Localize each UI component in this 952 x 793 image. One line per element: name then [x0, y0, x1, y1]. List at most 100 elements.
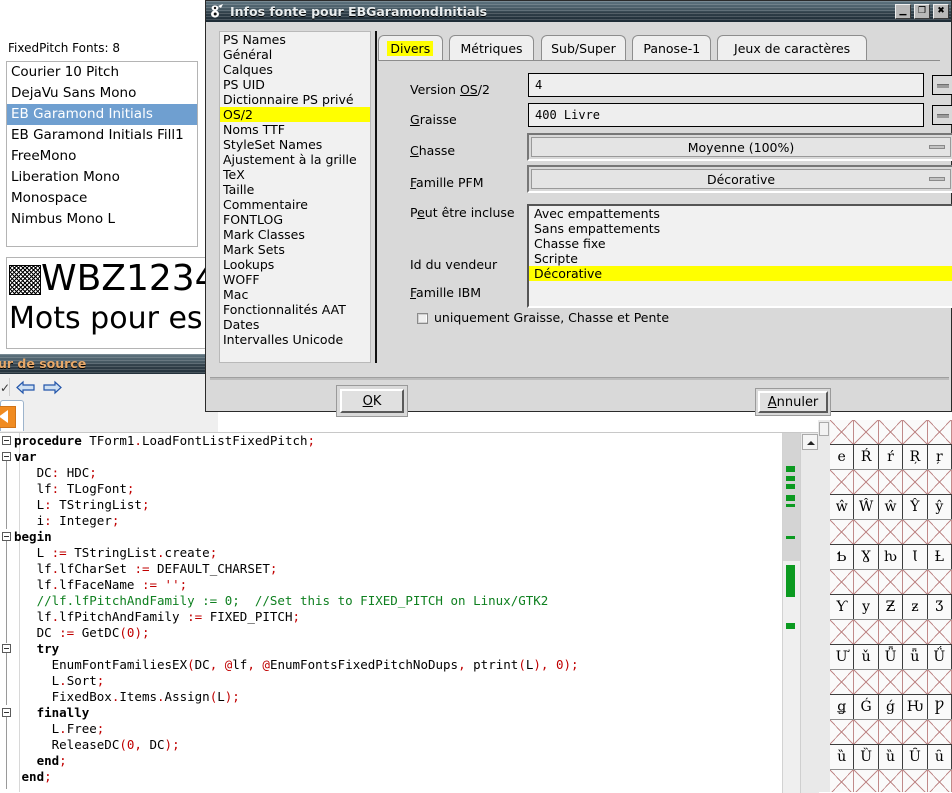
charmap-cell[interactable]: ȕ [879, 745, 904, 769]
charmap-cell[interactable] [854, 620, 879, 644]
charmap-cell[interactable] [878, 570, 904, 594]
charmap-cell[interactable] [878, 620, 904, 644]
charmap-cell[interactable] [927, 420, 952, 444]
forward-arrow-icon[interactable] [40, 378, 64, 397]
charmap-cell[interactable] [830, 770, 855, 792]
weight-width-slope-checkbox[interactable] [417, 313, 428, 324]
fixedpitch-font-listbox[interactable]: Courier 10 Pitch DejaVu Sans Mono EB Garam… [6, 61, 198, 247]
ok-button[interactable]: OK [336, 385, 408, 417]
fold-marker[interactable] [2, 452, 11, 461]
charmap-empty-row[interactable] [830, 670, 952, 694]
charmap-cell[interactable] [927, 470, 952, 494]
font-list-item[interactable]: DejaVu Sans Mono [7, 83, 197, 104]
charmap-cell[interactable]: Ɣ [854, 545, 879, 569]
section-list-item[interactable]: Ajustement à la grille [220, 152, 370, 167]
section-list-item[interactable]: TeX [220, 167, 370, 182]
section-list-item[interactable]: PS Names [220, 32, 370, 47]
charmap-empty-row[interactable] [830, 420, 952, 444]
charmap-cell[interactable] [927, 520, 952, 544]
font-list-item[interactable]: Monospace [7, 188, 197, 209]
charmap-cell[interactable] [903, 570, 928, 594]
section-list-item[interactable]: Fonctionnalités AAT [220, 302, 370, 317]
charmap-cell[interactable]: Ǵ [854, 695, 879, 719]
section-list-item[interactable]: PS UID [220, 77, 370, 92]
charmap-cell[interactable]: Ŷ [903, 495, 928, 519]
charmap-cell[interactable] [854, 520, 879, 544]
section-list-item[interactable]: Commentaire [220, 197, 370, 212]
charmap-cell[interactable]: ŕ [879, 445, 904, 469]
charmap-glyph-row[interactable]: ƄƔƕƖȽ [830, 544, 952, 570]
cancel-button[interactable]: Annuler [755, 388, 831, 416]
dialog-tab-jeux-de-caract-res[interactable]: Jeux de caractères [717, 35, 867, 61]
section-list-item[interactable]: Dates [220, 317, 370, 332]
charmap-cell[interactable] [903, 770, 928, 792]
charmap-cell[interactable]: ȕ [830, 745, 855, 769]
charmap-cell[interactable] [854, 720, 879, 744]
dialog-tab-panose-1[interactable]: Panose-1 [632, 35, 712, 61]
charmap-cell[interactable] [878, 720, 904, 744]
charmap-cell[interactable] [903, 670, 928, 694]
charmap-cell[interactable]: Ɩ [903, 545, 928, 569]
editor-code-text[interactable]: procedure TForm1.LoadFontListFixedPitch;… [14, 433, 644, 785]
fold-marker[interactable] [2, 708, 11, 717]
charmap-cell[interactable]: Ƴ [830, 595, 855, 619]
fold-marker[interactable] [2, 644, 11, 653]
charmap-cell[interactable] [854, 670, 879, 694]
charmap-cell[interactable] [927, 720, 952, 744]
dialog-tab-divers[interactable]: Divers [378, 35, 443, 61]
charmap-cell[interactable] [830, 570, 855, 594]
charmap-cell[interactable] [927, 770, 952, 792]
charmap-cell[interactable]: ŵ [830, 495, 855, 519]
section-list-item[interactable]: Mark Classes [220, 227, 370, 242]
charmap-cell[interactable]: Ƚ [928, 545, 952, 569]
section-list-item[interactable]: OS/2 [220, 107, 370, 122]
minimize-icon[interactable]: ▁ [895, 4, 911, 19]
charmap-cell[interactable]: y [854, 595, 879, 619]
charmap-glyph-row[interactable]: ŵŴŵŶŷ [830, 494, 952, 520]
charmap-cell[interactable]: ƕ [879, 545, 904, 569]
charmap-empty-row[interactable] [830, 570, 952, 594]
charmap-cell[interactable]: ŗ [928, 445, 952, 469]
font-info-section-list[interactable]: PS Names Général Calques PS UID Dictionnaire… [219, 31, 371, 363]
charmap-cell[interactable]: Ŗ [903, 445, 928, 469]
charmap-scroll-up-icon[interactable] [819, 422, 829, 436]
editor-marker-bar[interactable] [782, 433, 801, 793]
charmap-cell[interactable]: Ƿ [928, 695, 952, 719]
charmap-cell[interactable]: e [830, 445, 855, 469]
font-list-item[interactable]: EB Garamond Initials Fill1 [7, 125, 197, 146]
charmap-cell[interactable] [854, 770, 879, 792]
section-list-item[interactable]: Lookups [220, 257, 370, 272]
section-list-item[interactable]: Calques [220, 62, 370, 77]
charmap-cell[interactable]: Ư [830, 645, 855, 669]
section-list-item[interactable]: Noms TTF [220, 122, 370, 137]
charmap-cell[interactable]: Ƶ [879, 595, 904, 619]
section-list-item[interactable]: WOFF [220, 272, 370, 287]
charmap-cell[interactable] [903, 470, 928, 494]
charmap-cell[interactable] [830, 720, 855, 744]
fold-marker[interactable] [2, 436, 11, 445]
charmap-cell[interactable] [878, 770, 904, 792]
section-list-item[interactable]: StyleSet Names [220, 137, 370, 152]
charmap-empty-row[interactable] [830, 470, 952, 494]
charmap-glyph-row[interactable]: ȕȔȕȖȗ [830, 744, 952, 770]
include-option-item[interactable]: Avec empattements [529, 206, 952, 221]
charmap-empty-row[interactable] [830, 520, 952, 544]
include-option-item[interactable]: Scripte [529, 251, 952, 266]
charmap-glyph-row[interactable]: ƳyƵƶƷ [830, 594, 952, 620]
weight-field[interactable]: 400 Livre [528, 103, 924, 127]
include-option-item[interactable]: Chasse fixe [529, 236, 952, 251]
editor-vertical-scrollbar[interactable] [800, 433, 819, 793]
charmap-cell[interactable]: Ȕ [854, 745, 879, 769]
pfm-family-combobox[interactable]: Décorative [527, 165, 952, 193]
charmap-cell[interactable] [927, 570, 952, 594]
section-list-item[interactable]: FONTLOG [220, 212, 370, 227]
font-list-item[interactable]: Courier 10 Pitch [7, 62, 197, 83]
charmap-glyph-row[interactable]: ǥǴǵǶǷ [830, 694, 952, 720]
close-icon[interactable]: ✖ [933, 4, 949, 19]
charmap-cell[interactable]: ƶ [903, 595, 928, 619]
fold-marker[interactable] [2, 532, 11, 541]
charmap-cell[interactable]: Ȗ [903, 745, 928, 769]
section-list-item[interactable]: Mark Sets [220, 242, 370, 257]
section-list-item[interactable]: Général [220, 47, 370, 62]
charmap-glyph-row[interactable]: ƯǔǕǖǗ [830, 644, 952, 670]
